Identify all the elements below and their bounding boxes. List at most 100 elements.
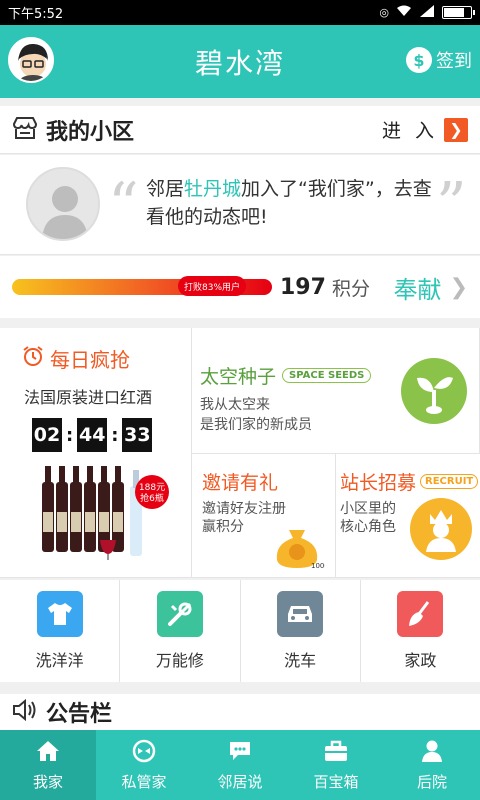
signal-icon [419,5,435,20]
store-icon [12,116,38,144]
tab-toolbox[interactable]: 百宝箱 [288,730,384,800]
recruit-desc1: 小区里的 [340,501,396,517]
service-label: 洗洋洋 [35,651,84,670]
neighbor-message: 邻居牡丹城加入了“我们家”，去查看他的动态吧! [146,175,436,231]
my-community-header: 我的小区 进 入 ❯ [0,106,480,154]
tshirt-icon [36,591,83,637]
price-badge-line2: 抢6瓶 [140,492,164,504]
money-bag-icon: 1000币 [276,530,325,570]
tab-label: 我家 [32,772,63,791]
sprout-icon [401,358,467,424]
app-header: 碧水湾 $ 签到 [0,25,480,98]
daily-deal-card[interactable]: 每日疯抢 法国原装进口红酒 02 : 44 : 33 188元 抢6瓶 [0,328,192,578]
price-badge-line1: 188元 [139,483,165,493]
neighbor-name-link[interactable]: 牡丹城 [184,178,241,200]
chevron-right-icon: ❯ [449,274,468,300]
countdown-timer: 02 : 44 : 33 [32,418,153,452]
recruit-tag: RECRUIT [420,474,479,489]
service-label: 洗车 [284,651,317,670]
invite-desc2: 赢积分 [202,519,244,535]
score-row[interactable]: 打败83%用户 197 积分 奉献 ❯ [0,256,480,318]
score-value: 197 [280,274,326,300]
tab-my-home[interactable]: 我家 [0,730,96,800]
status-icons: ◎ [379,5,475,20]
car-icon [277,591,324,637]
alarm-icon: ◎ [379,6,389,19]
notice-title: 公告栏 [46,702,113,727]
timer-minutes: 44 [77,418,108,452]
neighbor-prefix: 邻居 [146,178,185,200]
tab-label: 邻居说 [217,772,263,791]
space-seeds-desc1: 我从太空来 [200,397,270,413]
recruit-title: 站长招募 [340,472,417,494]
score-progress-bar: 打败83%用户 [12,276,272,296]
tools-icon [156,591,203,637]
space-seeds-header: 太空种子 SPACE SEEDS [200,362,372,389]
tab-label: 私管家 [121,772,167,791]
notice-board-header[interactable]: 公告栏 [0,694,480,730]
user-avatar[interactable] [8,37,54,83]
bag-label: 1000币 [311,562,325,570]
neighbor-activity[interactable]: “ 邻居牡丹城加入了“我们家”，去查看他的动态吧! ” [0,155,480,255]
invite-title: 邀请有礼 [202,472,279,494]
butler-icon [131,739,157,767]
status-bar: 下午5:52 ◎ [0,0,480,25]
broom-icon [397,591,444,637]
wine-bottles-image: 188元 抢6瓶 [42,466,169,560]
tab-label: 后院 [416,772,447,791]
community-title: 我的小区 [46,119,135,145]
bottom-tab-bar: 我家 私管家 邻居说 百宝箱 后院 [0,730,480,800]
rank-badge: 打败83%用户 [178,276,247,296]
crown-person-icon [410,498,472,560]
invite-desc1: 邀请好友注册 [202,501,286,517]
signin-label: 签到 [436,51,472,72]
tab-backyard[interactable]: 后院 [384,730,480,800]
alarm-clock-icon [22,345,44,372]
signin-button[interactable]: $ 签到 [406,47,472,73]
space-seeds-title: 太空种子 [200,366,277,388]
timer-hours: 02 [32,418,62,452]
contribute-link[interactable]: 奉献 [394,270,442,305]
tab-label: 百宝箱 [313,772,359,791]
recruit-header: 站长招募 RECRUIT [340,468,479,495]
open-quote-icon: “ [108,170,139,240]
recruit-card[interactable]: 站长招募 RECRUIT 小区里的 核心角色 [336,454,480,578]
arrow-right-icon: ❯ [444,117,468,142]
promo-grid: 每日疯抢 法国原装进口红酒 02 : 44 : 33 188元 抢6瓶 太空种子… [0,328,480,578]
space-seeds-tag: SPACE SEEDS [282,368,372,383]
space-seeds-card[interactable]: 太空种子 SPACE SEEDS 我从太空来 是我们家的新成员 [192,328,480,454]
enter-label: 进 入 [381,120,438,142]
timer-separator: : [111,424,119,446]
tab-butler[interactable]: 私管家 [96,730,192,800]
score-unit: 积分 [331,277,370,300]
daily-deal-subtitle: 法国原装进口红酒 [24,388,153,407]
service-housekeeping[interactable]: 家政 [361,580,480,682]
timer-seconds: 33 [122,418,153,452]
service-carwash[interactable]: 洗车 [241,580,361,682]
service-label: 家政 [404,651,437,670]
coin-icon: $ [406,47,432,73]
battery-icon [442,6,475,19]
tab-neighbors[interactable]: 邻居说 [192,730,288,800]
space-seeds-desc2: 是我们家的新成员 [200,417,312,433]
invite-card[interactable]: 邀请有礼 邀请好友注册 赢积分 1000币 [192,454,336,578]
timer-separator: : [66,424,74,446]
daily-deal-header: 每日疯抢 [22,344,130,373]
service-repair[interactable]: 万能修 [120,580,241,682]
speaker-icon [12,698,38,725]
neighbor-avatar[interactable] [26,167,100,241]
toolbox-icon [323,739,349,767]
services-row: 洗洋洋 万能修 洗车 家政 [0,580,480,682]
home-icon [35,739,61,767]
recruit-desc2: 核心角色 [340,519,396,535]
daily-deal-title: 每日疯抢 [50,348,130,372]
status-time: 下午5:52 [8,7,64,22]
user-icon [419,739,445,767]
enter-button[interactable]: 进 入 ❯ [382,116,468,143]
service-label: 万能修 [155,651,204,670]
service-laundry[interactable]: 洗洋洋 [0,580,121,682]
close-quote-icon: ” [436,170,467,240]
page-title: 碧水湾 [194,46,285,80]
chat-icon [227,739,253,767]
wifi-icon [396,5,412,20]
